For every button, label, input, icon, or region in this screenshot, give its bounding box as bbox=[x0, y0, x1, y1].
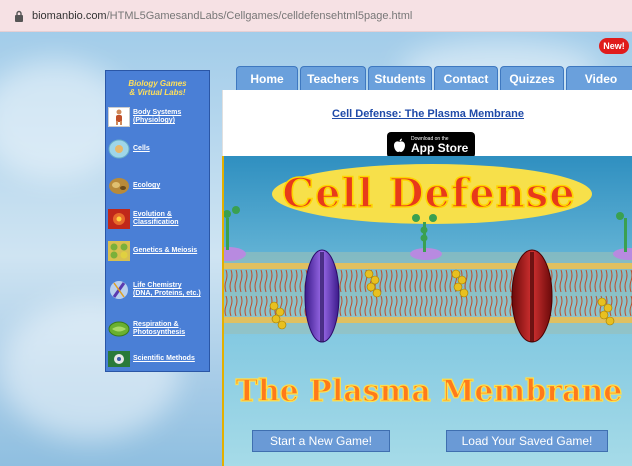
nav-label: Cells bbox=[133, 145, 150, 152]
nav-item-respiration[interactable]: Respiration & Photosynthesis bbox=[108, 319, 210, 339]
nav-item-cells[interactable]: Cells bbox=[108, 139, 210, 159]
tab-quizzes[interactable]: Quizzes bbox=[500, 66, 564, 90]
url-text[interactable]: biomanbio.com/HTML5GamesandLabs/Cellgame… bbox=[32, 10, 412, 22]
nav-label-line1: Body Systems bbox=[133, 109, 182, 116]
nav-label-line2: Classification bbox=[133, 219, 179, 226]
nav-label-line2: Photosynthesis bbox=[133, 329, 186, 336]
tab-contact[interactable]: Contact bbox=[434, 66, 498, 90]
nav-label: Scientific Methods bbox=[133, 355, 195, 362]
body-systems-icon bbox=[108, 107, 130, 127]
evolution-icon bbox=[108, 209, 130, 229]
game-title: Cell Defense bbox=[281, 169, 576, 218]
nav-item-body-systems[interactable]: Body Systems (Physiology) bbox=[108, 107, 210, 127]
nav-label-line1: Respiration & bbox=[133, 321, 179, 328]
url-path: /HTML5GamesandLabs/Cellgames/celldefense… bbox=[106, 9, 413, 22]
cells-icon bbox=[108, 139, 130, 159]
game-subtitle: The Plasma Membrane bbox=[235, 373, 623, 409]
red-channel-protein bbox=[511, 249, 553, 343]
nav-title: Biology Games & Virtual Labs! bbox=[106, 71, 209, 97]
start-new-game-button[interactable]: Start a New Game! bbox=[252, 430, 390, 452]
apple-icon bbox=[393, 138, 406, 153]
nav-label-line1: Evolution & bbox=[133, 211, 172, 218]
nav-title-line2: & Virtual Labs! bbox=[129, 88, 186, 97]
chloroplast-icon bbox=[108, 319, 130, 339]
scientific-methods-icon bbox=[108, 349, 130, 369]
app-store-badge[interactable]: Download on the App Store bbox=[387, 132, 475, 158]
nav-label-line2: (Physiology) bbox=[133, 117, 176, 124]
app-store-big-text: App Store bbox=[411, 141, 469, 155]
dna-icon bbox=[108, 280, 130, 300]
tab-teachers[interactable]: Teachers bbox=[300, 66, 366, 90]
left-nav-panel: Biology Games & Virtual Labs! Body Syste… bbox=[105, 70, 210, 372]
url-domain: biomanbio.com bbox=[32, 9, 107, 22]
nav-item-genetics[interactable]: Genetics & Meiosis bbox=[108, 241, 210, 261]
genetics-icon bbox=[108, 241, 130, 261]
nav-item-scientific-methods[interactable]: Scientific Methods bbox=[108, 349, 210, 369]
purple-channel-protein bbox=[304, 249, 340, 343]
tab-bar: Home Teachers Students Contact Quizzes V… bbox=[236, 66, 632, 90]
game-canvas[interactable]: Cell Defense The Plasma Membrane Start a… bbox=[222, 156, 632, 466]
nav-item-ecology[interactable]: Ecology bbox=[108, 176, 210, 196]
nav-label-line1: Life Chemistry bbox=[133, 282, 182, 289]
nav-item-life-chemistry[interactable]: Life Chemistry (DNA, Proteins, etc.) bbox=[108, 280, 210, 300]
nav-label: Genetics & Meiosis bbox=[133, 247, 198, 254]
nav-label: Ecology bbox=[133, 182, 161, 189]
address-bar[interactable]: biomanbio.com/HTML5GamesandLabs/Cellgame… bbox=[0, 0, 632, 32]
new-badge: New! bbox=[599, 38, 629, 54]
nav-title-line1: Biology Games bbox=[128, 79, 187, 88]
tab-video[interactable]: Video bbox=[566, 66, 632, 90]
load-saved-game-button[interactable]: Load Your Saved Game! bbox=[446, 430, 608, 452]
tab-home[interactable]: Home bbox=[236, 66, 298, 90]
tab-students[interactable]: Students bbox=[368, 66, 432, 90]
nav-label-line2: (DNA, Proteins, etc.) bbox=[133, 290, 201, 297]
nav-item-evolution[interactable]: Evolution & Classification bbox=[108, 209, 210, 229]
page-title-link[interactable]: Cell Defense: The Plasma Membrane bbox=[223, 108, 632, 120]
ecology-icon bbox=[108, 176, 130, 196]
main-content: New! Home Teachers Students Contact Quiz… bbox=[222, 38, 632, 466]
lock-icon bbox=[12, 9, 26, 23]
content-header: Cell Defense: The Plasma Membrane Downlo… bbox=[222, 90, 632, 158]
